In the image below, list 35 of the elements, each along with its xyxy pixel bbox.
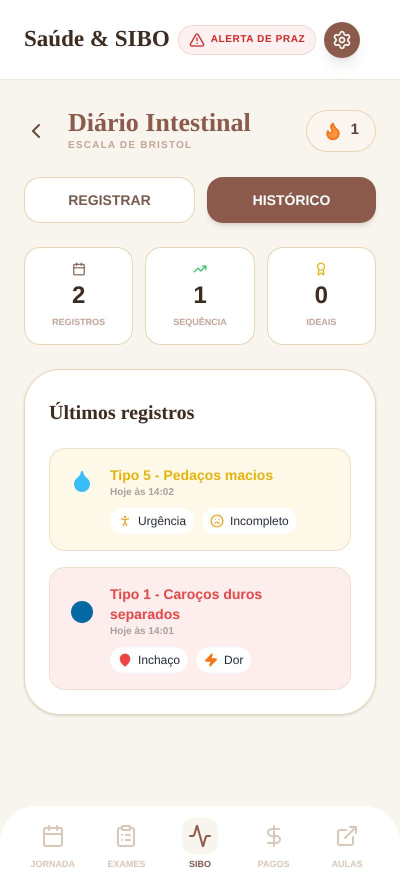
alert-label: ALERTA DE PRAZ bbox=[210, 33, 306, 47]
warning-icon bbox=[188, 32, 205, 48]
pulse-icon bbox=[188, 824, 212, 848]
stat-value: 0 bbox=[314, 281, 328, 312]
stat-value: 1 bbox=[193, 281, 207, 312]
app-title: Saúde & SIBO bbox=[24, 25, 170, 54]
entry-card[interactable]: Tipo 1 - Caroços duros separados Hoje às 14:01 Inchaço Dor bbox=[49, 567, 351, 690]
external-link-icon bbox=[335, 824, 360, 848]
tag-label: Inchaço bbox=[138, 652, 180, 669]
entry-card[interactable]: Tipo 5 - Pedaços macios Hoje às 14:02 Urgência Incompleto bbox=[49, 448, 351, 551]
streak-count: 1 bbox=[350, 120, 359, 140]
tab[interactable]: REGISTRAR bbox=[24, 177, 195, 223]
stat-value: 2 bbox=[72, 281, 86, 312]
face-icon bbox=[210, 514, 224, 528]
section-title: Últimos registros bbox=[49, 400, 196, 426]
page-subtitle: ESCALA DE BRISTOL bbox=[68, 139, 194, 153]
tag-label: Dor bbox=[224, 652, 244, 669]
stat-label: SEQUÊNCIA bbox=[173, 316, 227, 330]
settings-button[interactable] bbox=[324, 22, 360, 58]
deadline-alert-badge[interactable]: ALERTA DE PRAZ bbox=[178, 24, 316, 54]
entry-title: Tipo 1 - Caroços duros separados bbox=[110, 585, 264, 624]
calendar-icon bbox=[40, 824, 65, 848]
tag-label: Urgência bbox=[138, 513, 186, 530]
entry-title: Tipo 5 - Pedaços macios bbox=[110, 466, 274, 485]
tag-label: Incompleto bbox=[230, 513, 289, 530]
stat-label: IDEAIS bbox=[306, 316, 336, 330]
nav-item[interactable]: SIBO bbox=[170, 818, 230, 872]
entry-time: Hoje às 14:02 bbox=[110, 486, 175, 500]
settings-icon bbox=[332, 30, 352, 50]
entry-time: Hoje às 14:01 bbox=[110, 625, 175, 639]
page-title: Diário Intestinal bbox=[68, 108, 252, 138]
circle-icon bbox=[70, 600, 94, 624]
tab[interactable]: HISTÓRICO bbox=[207, 177, 376, 223]
stat-label: REGISTROS bbox=[52, 316, 106, 330]
lightning-icon bbox=[204, 653, 218, 667]
